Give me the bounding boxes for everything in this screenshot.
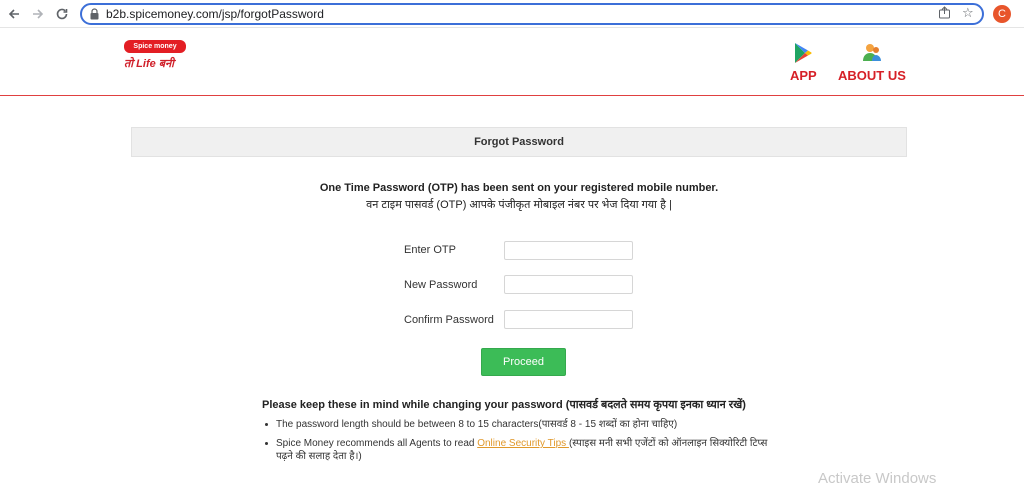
nav-app[interactable]: APP — [790, 42, 817, 83]
otp-label: Enter OTP — [404, 244, 456, 256]
back-arrow-icon[interactable] — [4, 4, 24, 24]
share-icon[interactable] — [938, 6, 951, 23]
password-guidelines: Please keep these in mind while changing… — [262, 397, 782, 469]
reload-icon[interactable] — [52, 4, 72, 24]
new-password-label: New Password — [404, 279, 478, 291]
guideline-item-security: Spice Money recommends all Agents to rea… — [262, 437, 782, 463]
url-text: b2b.spicemoney.com/jsp/forgotPassword — [106, 7, 324, 21]
otp-input[interactable] — [504, 241, 633, 260]
site-header: Spice money तो Life बनी APP ABOUT US — [0, 28, 1024, 96]
play-store-icon — [795, 43, 812, 63]
guideline-text: Spice Money recommends all Agents to rea… — [276, 438, 478, 449]
nav-app-label: APP — [790, 68, 817, 83]
forward-arrow-icon[interactable] — [28, 4, 48, 24]
logo-tagline: तो Life बनी — [124, 58, 175, 70]
confirm-password-input[interactable] — [504, 310, 633, 329]
spice-money-logo[interactable]: Spice money तो Life बनी — [124, 40, 188, 74]
proceed-button[interactable]: Proceed — [481, 348, 566, 376]
confirm-password-label: Confirm Password — [404, 314, 494, 326]
logo-badge: Spice money — [124, 40, 186, 53]
bookmark-star-icon[interactable]: ☆ — [962, 6, 974, 21]
guidelines-heading: Please keep these in mind while changing… — [262, 399, 746, 411]
guideline-item-length: The password length should be between 8 … — [262, 418, 782, 431]
lock-icon[interactable] — [90, 8, 99, 20]
nav-about-us-label: ABOUT US — [838, 68, 906, 83]
activate-windows-watermark: Activate Windows — [818, 470, 937, 487]
browser-toolbar: b2b.spicemoney.com/jsp/forgotPassword ☆ … — [0, 0, 1024, 28]
profile-avatar[interactable]: C — [993, 5, 1011, 23]
otp-message-hindi: वन टाइम पासवर्ड (OTP) आपके पंजीकृत मोबाइ… — [366, 199, 672, 211]
online-security-tips-link[interactable]: Online Security Tips — [477, 438, 569, 449]
otp-message-english: One Time Password (OTP) has been sent on… — [319, 182, 719, 194]
address-bar[interactable]: b2b.spicemoney.com/jsp/forgotPassword ☆ — [80, 3, 984, 25]
new-password-input[interactable] — [504, 275, 633, 294]
otp-message: One Time Password (OTP) has been sent on… — [131, 182, 907, 212]
people-icon — [862, 44, 881, 61]
page-title: Forgot Password — [131, 127, 907, 157]
nav-about-us[interactable]: ABOUT US — [838, 42, 906, 83]
